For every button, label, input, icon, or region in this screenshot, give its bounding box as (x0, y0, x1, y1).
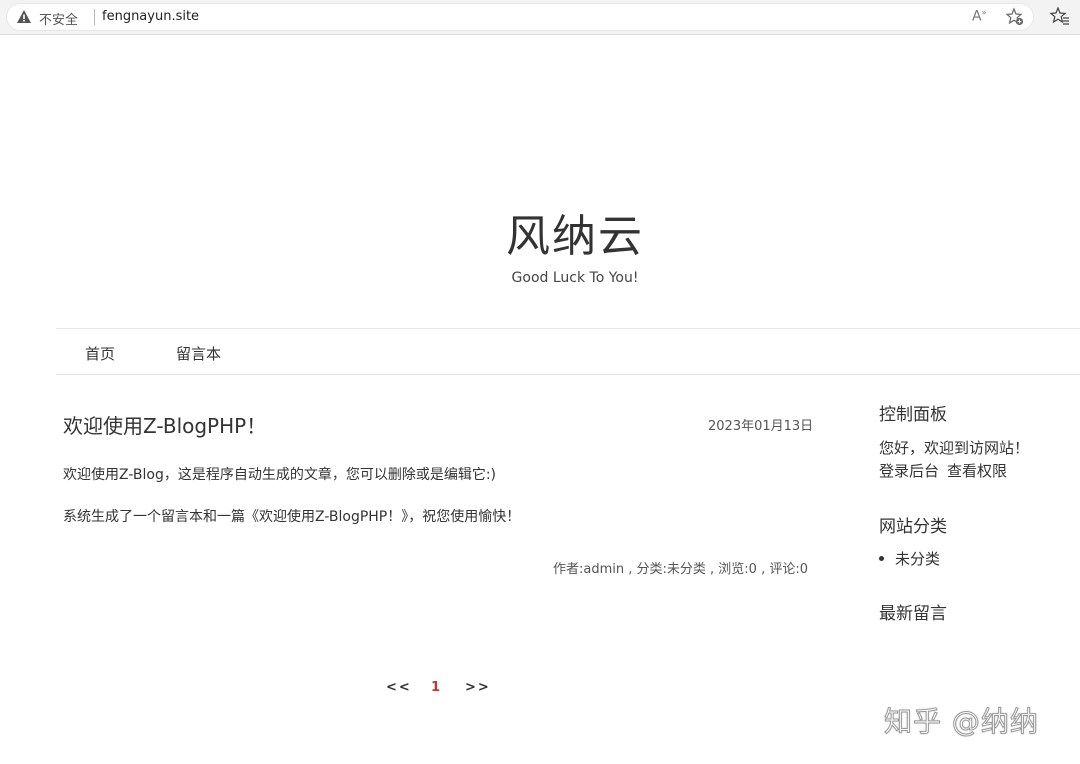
favorites-icon[interactable] (1050, 6, 1070, 26)
site-subtitle: Good Luck To You! (511, 270, 639, 286)
sidebar-login-link[interactable]: 登录后台 (879, 460, 939, 481)
warning-icon[interactable] (16, 9, 32, 25)
url-text[interactable]: fengnayun.site (102, 9, 199, 24)
nav-item-home[interactable]: 首页 (85, 343, 115, 364)
nav-divider-bottom (56, 374, 1080, 375)
post-title[interactable]: 欢迎使用Z-BlogPHP！ (63, 410, 266, 439)
pagination-current-page[interactable]: 1 (431, 680, 440, 695)
site-title[interactable]: 风纳云 (0, 200, 1080, 264)
address-bar[interactable]: 不安全 fengnayun.site A» (6, 3, 1034, 31)
pagination-next[interactable]: >> (465, 680, 491, 695)
pagination-prev[interactable]: << (386, 680, 412, 695)
post-meta: 作者:admin , 分类:未分类 , 浏览:0 , 评论:0 (553, 562, 808, 577)
address-divider (94, 9, 95, 25)
post-date: 2023年01月13日 (708, 419, 814, 434)
nav-divider-top (56, 328, 1080, 329)
nav-item-guestbook[interactable]: 留言本 (176, 343, 221, 364)
sidebar-permissions-link[interactable]: 查看权限 (947, 460, 1007, 481)
sidebar-heading-control-panel: 控制面板 (879, 405, 947, 425)
browser-toolbar: 不安全 fengnayun.site A» (0, 0, 1080, 35)
security-label[interactable]: 不安全 (39, 9, 78, 28)
list-bullet (879, 556, 884, 561)
add-favorite-icon[interactable] (1005, 7, 1025, 27)
watermark: 知乎 @纳纳 (884, 705, 1039, 739)
sidebar-heading-latest-comments: 最新留言 (879, 604, 947, 624)
post-paragraph: 欢迎使用Z-Blog，这是程序自动生成的文章，您可以删除或是编辑它:) (63, 467, 497, 483)
sidebar-welcome-text: 您好，欢迎到访网站！ (879, 439, 1030, 457)
sidebar-category-item[interactable]: 未分类 (895, 548, 940, 569)
read-aloud-icon[interactable]: A» (972, 8, 986, 25)
sidebar-heading-categories: 网站分类 (879, 517, 947, 537)
post-paragraph: 系统生成了一个留言本和一篇《欢迎使用Z-BlogPHP！》，祝您使用愉快！ (63, 509, 521, 525)
